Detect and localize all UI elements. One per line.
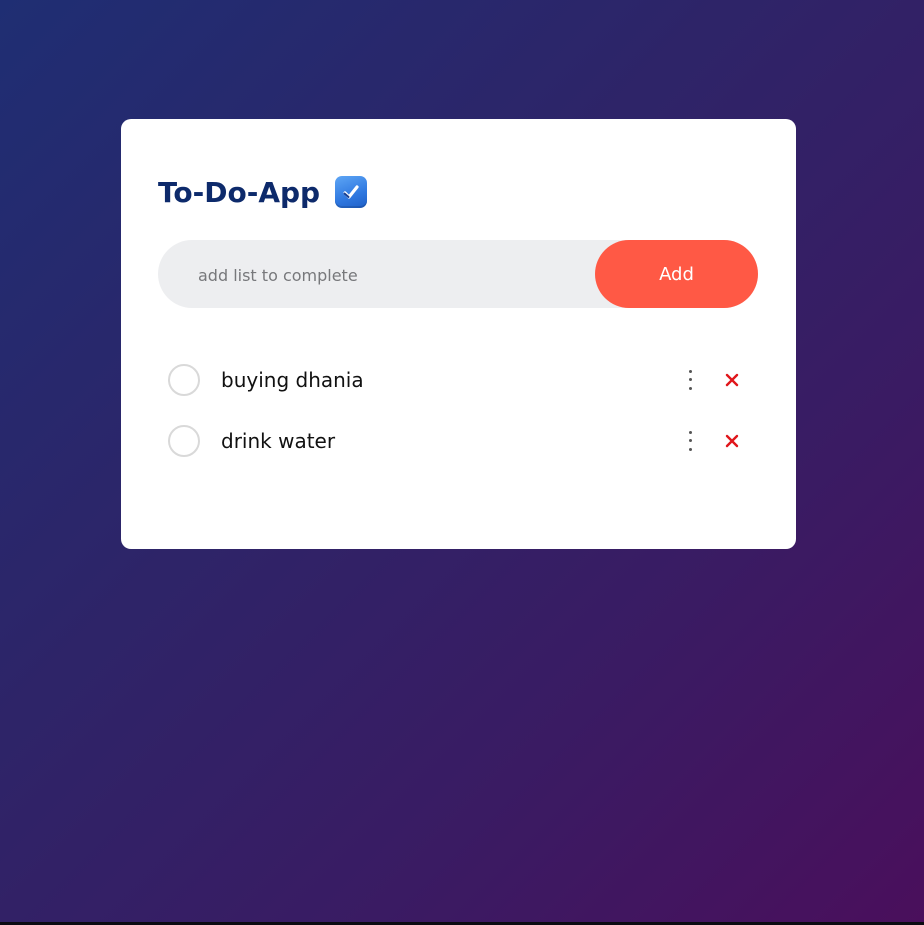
list-item: buying dhania bbox=[167, 349, 747, 410]
complete-toggle[interactable] bbox=[168, 424, 200, 457]
task-input[interactable] bbox=[196, 240, 580, 310]
checkbox-icon bbox=[335, 176, 368, 208]
close-icon[interactable] bbox=[723, 432, 741, 450]
task-text: buying dhania bbox=[221, 367, 364, 392]
add-task-form: Add bbox=[158, 240, 758, 310]
todo-card: To-Do-App Add buying dhania drink water bbox=[121, 119, 796, 549]
more-vertical-icon[interactable] bbox=[684, 369, 696, 390]
task-text: drink water bbox=[221, 428, 336, 453]
list-item: drink water bbox=[167, 410, 747, 471]
app-title: To-Do-App bbox=[158, 175, 321, 209]
complete-toggle[interactable] bbox=[168, 363, 200, 396]
more-vertical-icon[interactable] bbox=[684, 430, 696, 451]
task-list: buying dhania drink water bbox=[167, 349, 747, 471]
title-row: To-Do-App bbox=[158, 170, 368, 214]
add-button[interactable]: Add bbox=[595, 240, 758, 308]
close-icon[interactable] bbox=[723, 371, 741, 389]
